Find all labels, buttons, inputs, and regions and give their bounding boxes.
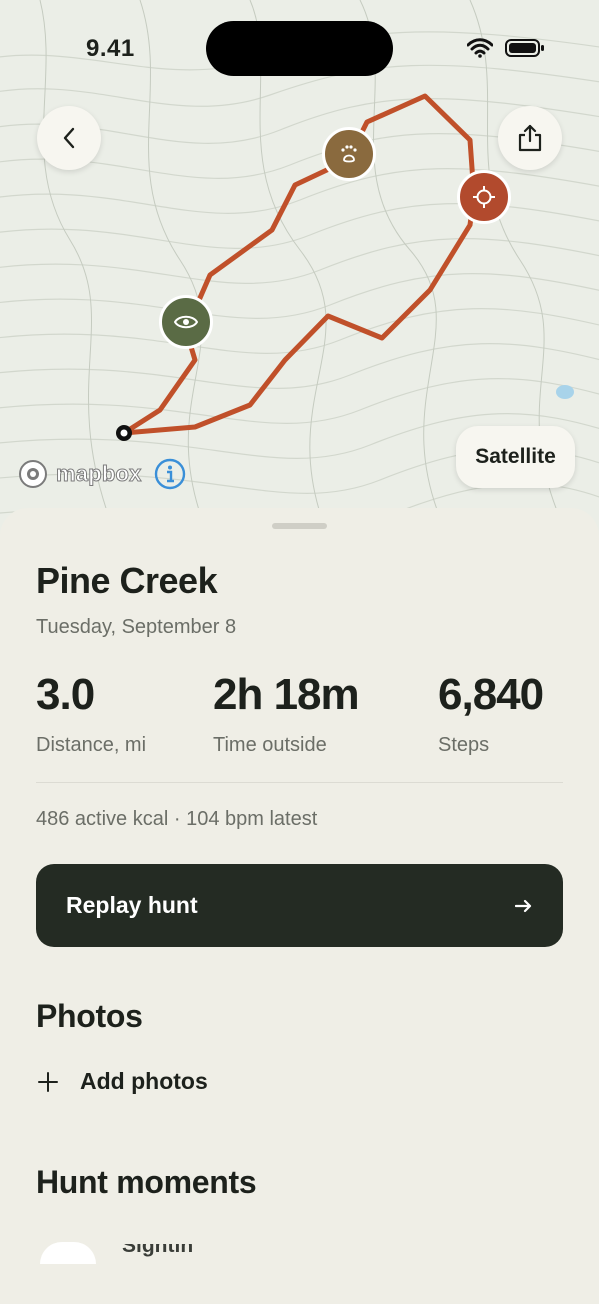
stat-steps-label: Steps bbox=[438, 734, 490, 756]
map-view[interactable]: 9.41 mapbox Satellite bbox=[0, 0, 599, 540]
arrow-right-icon bbox=[515, 899, 532, 912]
status-time: 9.41 bbox=[86, 35, 135, 62]
moment-item-title: Sighting bbox=[122, 1244, 192, 1257]
stat-time-label: Time outside bbox=[213, 734, 327, 756]
back-button[interactable] bbox=[37, 106, 101, 170]
mapbox-logo-icon bbox=[19, 460, 47, 488]
sheet-grabber[interactable] bbox=[272, 523, 327, 529]
photos-heading: Photos bbox=[36, 998, 143, 1034]
dynamic-island bbox=[206, 21, 393, 76]
hunt-title: Pine Creek bbox=[36, 560, 218, 601]
stat-distance-label: Distance, mi bbox=[36, 734, 147, 756]
moment-item-peek[interactable]: Sighting bbox=[122, 1244, 192, 1258]
status-icons bbox=[467, 38, 545, 58]
paw-print-icon bbox=[341, 145, 357, 163]
info-icon[interactable] bbox=[154, 458, 186, 490]
hunt-summary-sheet: Pine Creek Tuesday, September 8 3.0 Dist… bbox=[0, 508, 599, 1304]
divider bbox=[36, 782, 563, 783]
wifi-icon bbox=[467, 38, 493, 58]
share-icon bbox=[518, 124, 542, 152]
plus-icon bbox=[38, 1071, 58, 1092]
status-bar: 9.41 bbox=[0, 0, 599, 96]
replay-hunt-button[interactable]: Replay hunt bbox=[36, 864, 563, 947]
hunt-moments-heading: Hunt moments bbox=[36, 1164, 257, 1200]
add-photos-label: Add photos bbox=[80, 1068, 208, 1094]
share-button[interactable] bbox=[498, 106, 562, 170]
stat-distance-value: 3.0 bbox=[36, 670, 95, 719]
eye-icon bbox=[174, 315, 198, 329]
mapbox-attribution: mapbox bbox=[18, 458, 186, 490]
add-photos-button[interactable]: Add photos bbox=[36, 1068, 208, 1095]
satellite-toggle-button[interactable]: Satellite bbox=[456, 426, 575, 488]
battery-icon bbox=[505, 39, 544, 57]
chevron-left-icon bbox=[63, 127, 75, 149]
health-summary: 486 active kcal · 104 bpm latest bbox=[36, 808, 318, 830]
marker-track[interactable] bbox=[322, 127, 376, 181]
moment-thumbnail[interactable] bbox=[40, 1242, 96, 1264]
crosshair-icon bbox=[473, 186, 495, 208]
replay-hunt-label: Replay hunt bbox=[66, 892, 198, 918]
hunt-date: Tuesday, September 8 bbox=[36, 616, 237, 638]
marker-shot[interactable] bbox=[457, 170, 511, 224]
stat-time-value: 2h 18m bbox=[213, 670, 360, 719]
mapbox-wordmark: mapbox bbox=[56, 461, 142, 487]
stat-steps-value: 6,840 bbox=[438, 670, 544, 719]
marker-sighting[interactable] bbox=[159, 295, 213, 349]
